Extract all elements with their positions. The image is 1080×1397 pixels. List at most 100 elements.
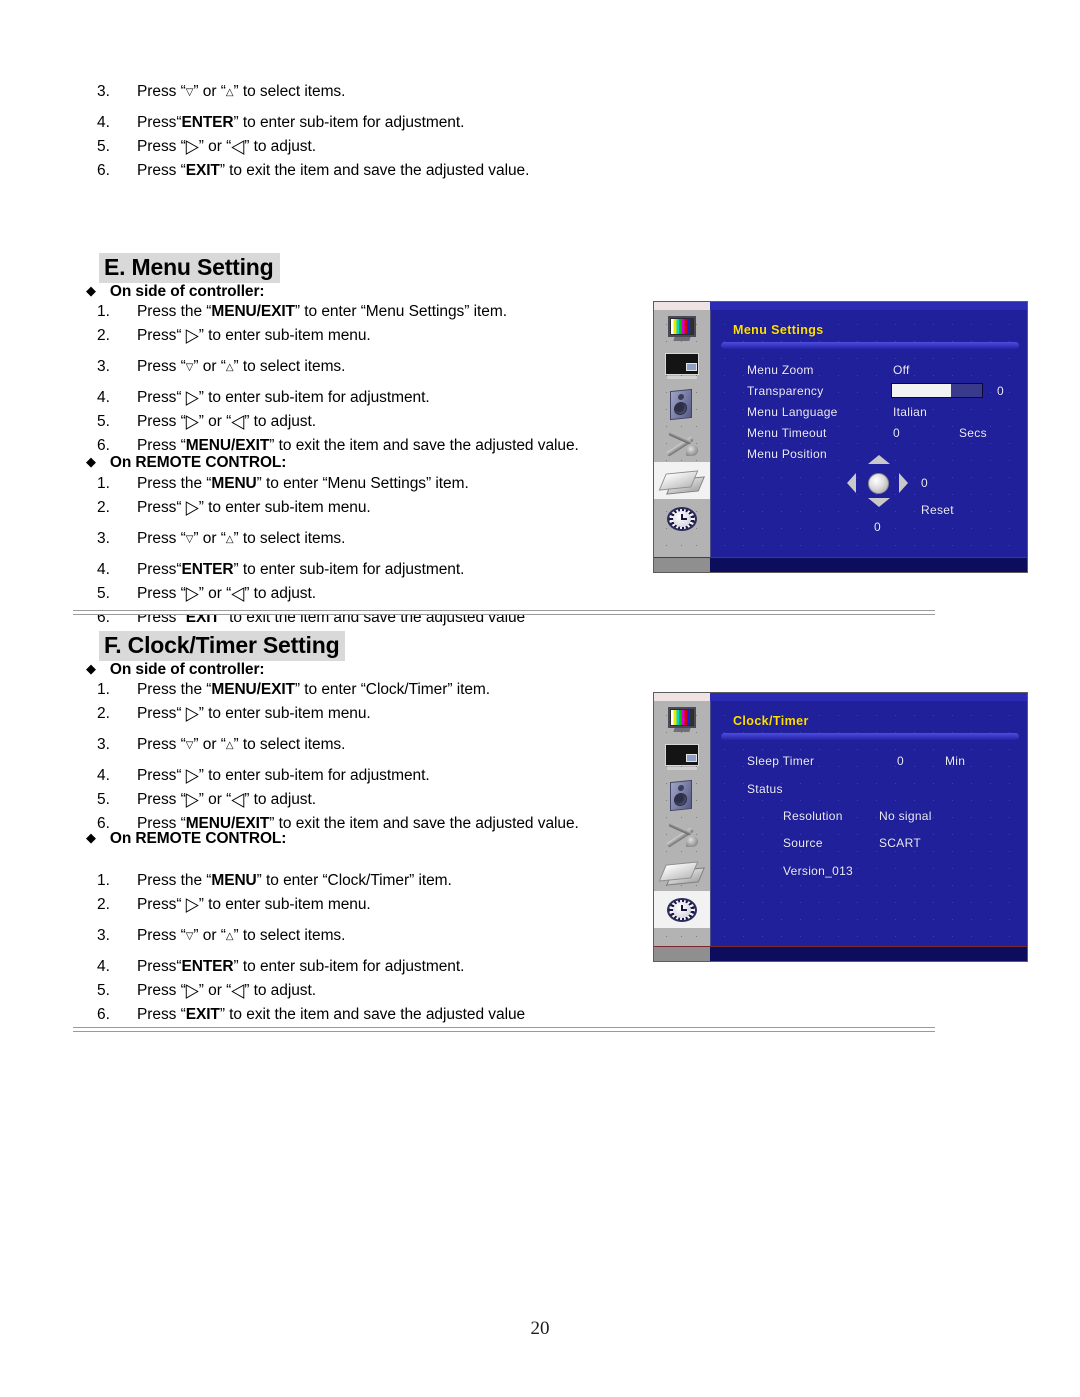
step-text: Press“ ▷” to enter sub-item for adjustme… [137, 764, 430, 788]
step-text: Press “▷” or “◁” to adjust. [137, 582, 317, 606]
picture-icon[interactable] [654, 701, 710, 738]
nav-center-icon[interactable] [868, 473, 889, 494]
osd-row-value-menu-timeout[interactable]: 0 [893, 426, 900, 440]
arrow-up-icon: △ [225, 534, 234, 545]
step-number: 3. [97, 358, 110, 375]
osd-sidebar [654, 701, 711, 947]
tools-icon[interactable] [654, 815, 710, 852]
step-item: 5. Press “▷” or “◁” to adjust. [97, 582, 637, 606]
step-keyword: EXIT [185, 1006, 220, 1023]
step-text: Press “▷” or “◁” to adjust. [137, 979, 317, 1003]
osd-row-label-status[interactable]: Status [747, 782, 783, 796]
sound-icon[interactable] [654, 777, 710, 814]
arrow-up-icon: △ [225, 740, 234, 751]
bottom-divider-rule [73, 1027, 935, 1032]
osd-row-value-menu-zoom[interactable]: Off [893, 363, 910, 377]
nav-right-icon[interactable] [899, 473, 908, 493]
step-number: 2. [97, 896, 110, 913]
step-number: 2. [97, 327, 110, 344]
step-number: 6. [97, 162, 110, 179]
step-item: 4. Press“ENTER” to enter sub-item for adj… [97, 111, 637, 135]
step-text: Press“ ▷” to enter sub-item for adjustme… [137, 386, 430, 410]
arrow-right-icon: ▷ [185, 893, 199, 917]
step-keyword: MENU [211, 475, 257, 492]
step-text: Press the “MENU/EXIT” to enter “Menu Set… [137, 303, 507, 320]
osd-row-value-sleep-timer[interactable]: 0 [897, 754, 904, 768]
osd-row-label-source: Source [783, 836, 823, 850]
osd-row-label-resolution: Resolution [783, 809, 843, 823]
nav-up-icon[interactable] [868, 455, 890, 464]
arrow-left-icon: ◁ [231, 788, 245, 812]
step-keyword: ENTER [181, 114, 234, 131]
diamond-bullet-icon: ◆ [86, 455, 96, 470]
osd-title-bar [721, 342, 1019, 349]
step-text: Press “EXIT” to exit the item and save t… [137, 162, 530, 179]
section-f-remote-steps: 1. Press the “MENU” to enter “Clock/Timer… [97, 869, 637, 1027]
top-steps-list: 3. Press “▽” or “△” to select items. 4. Pre… [97, 80, 637, 183]
step-keyword: MENU/EXIT [211, 681, 295, 698]
osd-row-label-menu-timeout[interactable]: Menu Timeout [747, 426, 827, 440]
menu-position-h-value: 0 [921, 476, 928, 490]
step-number: 1. [97, 475, 110, 492]
step-item: 6. Press “EXIT” to exit the item and save… [97, 1003, 637, 1027]
nav-left-icon[interactable] [847, 473, 856, 493]
clock-icon[interactable] [654, 891, 710, 928]
step-number: 1. [97, 681, 110, 698]
osd-row-label-sleep-timer[interactable]: Sleep Timer [747, 754, 814, 768]
diamond-bullet-icon: ◆ [86, 284, 96, 299]
osd-row-value-resolution: No signal [879, 809, 932, 823]
osd-row-value-transparency[interactable]: 0 [997, 384, 1004, 398]
reset-label[interactable]: Reset [921, 503, 954, 517]
step-text: Press“ ▷” to enter sub-item menu. [137, 496, 371, 520]
osd-body: Menu Settings Menu Zoom Off Transparency… [711, 310, 1027, 558]
osd-row-label-menu-position[interactable]: Menu Position [747, 447, 827, 461]
step-number: 5. [97, 791, 110, 808]
section-f-heading: F. Clock/Timer Setting [99, 631, 346, 661]
osd-row-value-menu-language[interactable]: Italian [893, 405, 927, 419]
step-item: 6. Press “EXIT” to exit the item and save… [97, 159, 637, 183]
step-text: Press“ ▷” to enter sub-item menu. [137, 893, 371, 917]
step-item: 4. Press“ENTER” to enter sub-item for adj… [97, 955, 637, 979]
transparency-slider[interactable] [891, 383, 983, 398]
section-e-heading: E. Menu Setting [99, 253, 280, 283]
arrow-right-icon: ▷ [185, 788, 199, 812]
sound-icon[interactable] [654, 386, 710, 423]
osd-row-label-transparency[interactable]: Transparency [747, 384, 824, 398]
step-number: 3. [97, 530, 110, 547]
arrow-left-icon: ◁ [231, 979, 245, 1003]
step-item: 2. Press“ ▷” to enter sub-item menu. [97, 893, 637, 917]
menu-icon[interactable] [654, 462, 710, 499]
osd-screenshot-clock-timer: Clock/Timer Sleep Timer 0 Min Status Res… [653, 692, 1028, 962]
step-number: 4. [97, 767, 110, 784]
step-keyword: ENTER [181, 561, 234, 578]
screen-icon[interactable] [654, 348, 710, 385]
section-f-remote-bullet-label: On REMOTE CONTROL: [109, 830, 287, 847]
arrow-right-icon: ▷ [185, 582, 199, 606]
step-text: Press the “MENU” to enter “Menu Settings… [137, 475, 469, 492]
step-number: 5. [97, 138, 110, 155]
diamond-bullet-icon: ◆ [86, 662, 96, 677]
arrow-down-icon: ▽ [185, 87, 194, 98]
step-item: 2. Press“ ▷” to enter sub-item menu. [97, 702, 637, 726]
step-text: Press“ENTER” to enter sub-item for adjus… [137, 114, 465, 131]
picture-icon[interactable] [654, 310, 710, 347]
step-text: Press “▽” or “△” to select items. [137, 358, 346, 375]
arrow-right-icon: ▷ [185, 764, 199, 788]
divider-rule [73, 610, 935, 615]
tools-icon[interactable] [654, 424, 710, 461]
nav-down-icon[interactable] [868, 498, 890, 507]
step-number: 1. [97, 872, 110, 889]
menu-icon[interactable] [654, 853, 710, 890]
arrow-up-icon: △ [225, 87, 234, 98]
osd-screenshot-menu-settings: Menu Settings Menu Zoom Off Transparency… [653, 301, 1028, 573]
step-keyword: MENU [211, 872, 257, 889]
step-text: Press “EXIT” to exit the item and save t… [137, 1006, 526, 1023]
osd-row-label-menu-language[interactable]: Menu Language [747, 405, 838, 419]
osd-row-value-source: SCART [879, 836, 921, 850]
step-item: 1. Press the “MENU” to enter “Clock/Timer… [97, 869, 637, 893]
step-keyword: MENU/EXIT [211, 303, 295, 320]
screen-icon[interactable] [654, 739, 710, 776]
clock-icon[interactable] [654, 500, 710, 537]
osd-row-label-menu-zoom[interactable]: Menu Zoom [747, 363, 814, 377]
step-number: 6. [97, 1006, 110, 1023]
